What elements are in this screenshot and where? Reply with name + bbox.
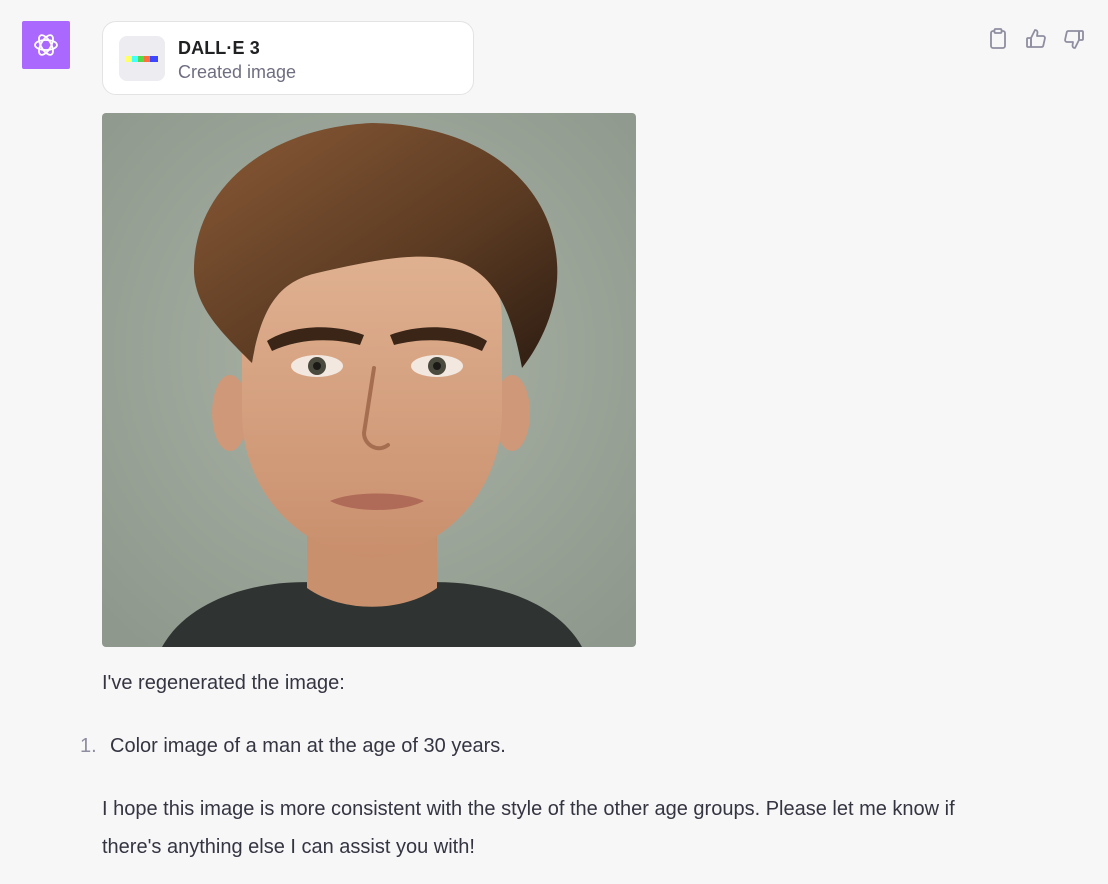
- thumbs-up-icon: [1026, 29, 1046, 48]
- generated-image[interactable]: [102, 113, 636, 647]
- message-closing: I hope this image is more consistent wit…: [102, 798, 955, 858]
- portrait-image: [102, 113, 636, 647]
- openai-logo-icon: [34, 34, 58, 56]
- tool-name: DALL·E 3: [178, 38, 260, 58]
- list-item-text: Color image of a man at the age of 30 ye…: [110, 735, 506, 757]
- dalle-thumbnail: [119, 36, 165, 81]
- message-actions: [984, 25, 1088, 53]
- copy-button[interactable]: [984, 25, 1012, 53]
- dalle-tool-card[interactable]: DALL·E 3 Created image: [102, 21, 474, 95]
- thumbs-down-button[interactable]: [1060, 25, 1088, 53]
- list-item-number: 1.: [80, 735, 97, 757]
- thumbs-up-button[interactable]: [1022, 25, 1050, 53]
- tool-status: Created image: [178, 62, 297, 82]
- clipboard-icon: [990, 28, 1006, 49]
- message-intro: I've regenerated the image:: [102, 672, 345, 694]
- thumbs-down-icon: [1064, 30, 1084, 49]
- message-list: 1. Color image of a man at the age of 30…: [80, 727, 506, 765]
- assistant-avatar: [22, 21, 70, 69]
- dalle-color-strip-icon: [126, 55, 158, 62]
